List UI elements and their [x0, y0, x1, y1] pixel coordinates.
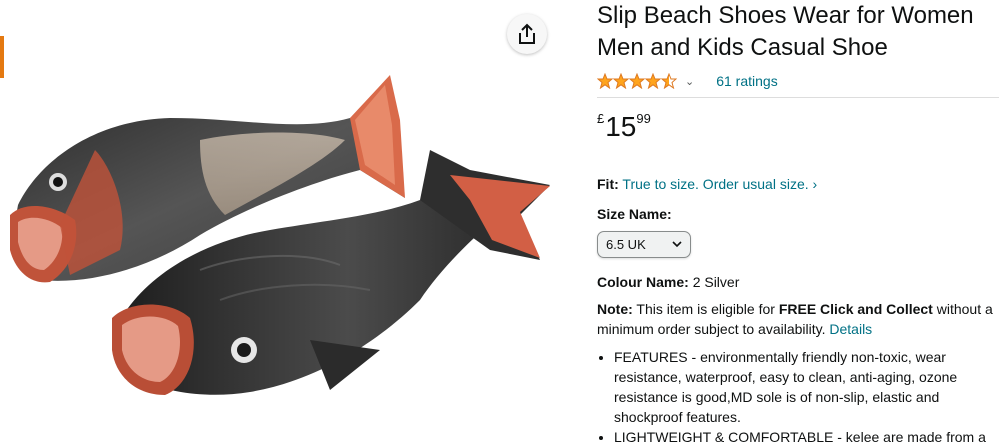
size-label: Size Name: — [597, 206, 672, 222]
share-button[interactable] — [507, 14, 547, 54]
star-icons — [597, 73, 677, 89]
fit-link[interactable]: True to size. Order usual size. › — [622, 176, 817, 192]
chevron-down-icon[interactable]: ⌄ — [685, 75, 694, 88]
details-link[interactable]: Details — [829, 321, 872, 337]
fit-text[interactable]: True to size. Order usual size. — [622, 176, 808, 192]
share-icon — [519, 23, 535, 44]
note-label: Note: — [597, 301, 633, 317]
fish-slippers-illustration — [10, 75, 550, 395]
product-title: Slip Beach Shoes Wear for Women Men and … — [597, 2, 974, 61]
star-rating[interactable] — [597, 73, 677, 89]
colour-info: Colour Name: 2 Silver — [597, 272, 997, 292]
price-fraction: 99 — [636, 111, 651, 126]
list-item: LIGHTWEIGHT & COMFORTABLE - kelee are ma… — [614, 427, 997, 447]
price-currency: £ — [597, 111, 605, 126]
fit-label: Fit: — [597, 176, 619, 192]
divider — [597, 97, 999, 98]
rating-row: ⌄ 61 ratings — [597, 70, 997, 92]
chevron-right-icon: › — [812, 176, 818, 192]
list-item: FEATURES - environmentally friendly non-… — [614, 347, 997, 427]
feature-bullets: FEATURES - environmentally friendly non-… — [597, 347, 997, 447]
note-bold: FREE Click and Collect — [778, 301, 933, 317]
product-image[interactable] — [0, 0, 575, 434]
price: £ 15 99 — [597, 110, 997, 144]
price-whole: 15 — [605, 111, 637, 142]
colour-label: Colour Name: — [597, 274, 689, 290]
ratings-count-link[interactable]: 61 ratings — [716, 73, 777, 89]
delivery-note: Note: This item is eligible for FREE Cli… — [597, 299, 997, 339]
size-selected-value: 6.5 UK — [606, 237, 646, 252]
product-details: Slip Beach Shoes Wear for Women Men and … — [597, 0, 999, 447]
chevron-down-icon — [672, 241, 682, 248]
size-select[interactable]: 6.5 UK — [597, 231, 691, 258]
note-text-before: This item is eligible for — [636, 301, 775, 317]
colour-value: 2 Silver — [692, 274, 740, 290]
fit-info: Fit: True to size. Order usual size. › — [597, 174, 997, 194]
